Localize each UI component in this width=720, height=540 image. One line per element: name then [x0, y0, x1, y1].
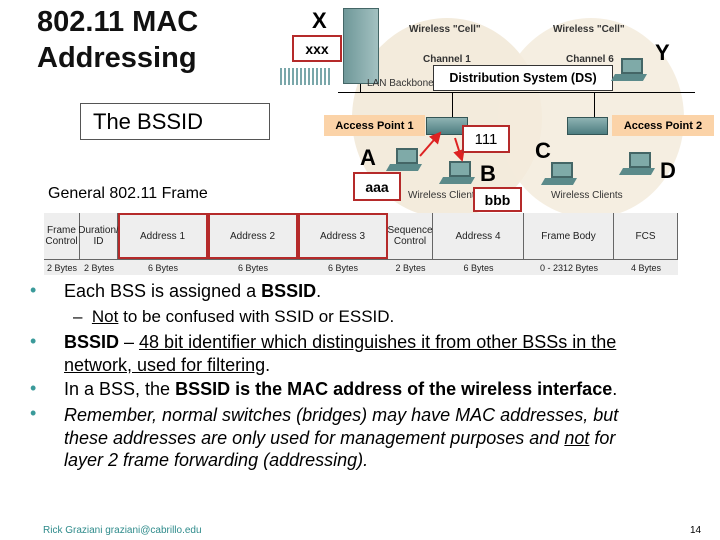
frame-field-size: 2 Bytes	[46, 263, 77, 273]
clients-label-left: Wireless Clients	[408, 190, 480, 201]
label-c: C	[535, 138, 551, 163]
frame-field-size: 2 Bytes	[395, 263, 426, 273]
frame-field-size: 0 - 2312 Bytes	[539, 263, 599, 273]
label-x: X	[312, 8, 327, 33]
label-a: A	[360, 145, 376, 170]
arrow-ap1-to-b	[453, 137, 465, 162]
frame-field: Address 1	[118, 213, 208, 259]
bullet-1: Each BSS is assigned a BSSID.	[64, 281, 322, 301]
frame-field: Address 3	[298, 213, 388, 259]
frame-field-size: 6 Bytes	[237, 263, 268, 273]
page-number: 14	[690, 525, 702, 536]
frame-field-size: 6 Bytes	[147, 263, 178, 273]
frame-label: General 802.11 Frame	[48, 185, 208, 202]
address-box-a: aaa	[353, 172, 401, 201]
arrow-a-to-ap1	[419, 131, 442, 157]
frame-field: Frame Body	[524, 213, 614, 259]
sub-bullet-1: – Not to be confused with SSID or ESSID.	[73, 307, 395, 326]
frame-field-size: 6 Bytes	[463, 263, 494, 273]
frame-field: Frame Control	[44, 213, 80, 259]
frame-field: Duration/ ID	[78, 213, 119, 259]
footer-author: Rick Graziani graziani@cabrillo.edu	[43, 525, 202, 536]
address-box-ap1: 111	[462, 125, 510, 153]
frame-field: FCS	[614, 213, 678, 259]
frame-field-size: 4 Bytes	[630, 263, 661, 273]
bullet-3: In a BSS, the BSSID is the MAC address o…	[64, 379, 618, 399]
frame-format-table: Frame Control 2 Bytes Duration/ ID 2 Bytes A…	[44, 213, 678, 275]
frame-field-size: 6 Bytes	[327, 263, 358, 273]
clients-label-right: Wireless Clients	[551, 190, 623, 201]
address-box-b: bbb	[473, 187, 522, 212]
label-d: D	[660, 158, 676, 183]
address-box-x: xxx	[292, 35, 342, 62]
frame-divider	[44, 259, 678, 260]
frame-field: Address 2	[208, 213, 298, 259]
frame-field: Sequence Control	[387, 213, 433, 259]
bullet-2: BSSID – 48 bit identifier which distingu…	[64, 332, 617, 375]
bullet-4: Remember, normal switches (bridges) may …	[64, 405, 619, 470]
frame-field: Address 4	[433, 213, 524, 259]
label-y: Y	[655, 40, 670, 65]
bullet-icon: •	[30, 280, 37, 300]
label-b: B	[480, 161, 496, 186]
bullet-icon: •	[30, 378, 37, 398]
bullet-icon: •	[30, 403, 37, 423]
bullet-icon: •	[30, 331, 37, 351]
frame-field-size: 2 Bytes	[83, 263, 114, 273]
